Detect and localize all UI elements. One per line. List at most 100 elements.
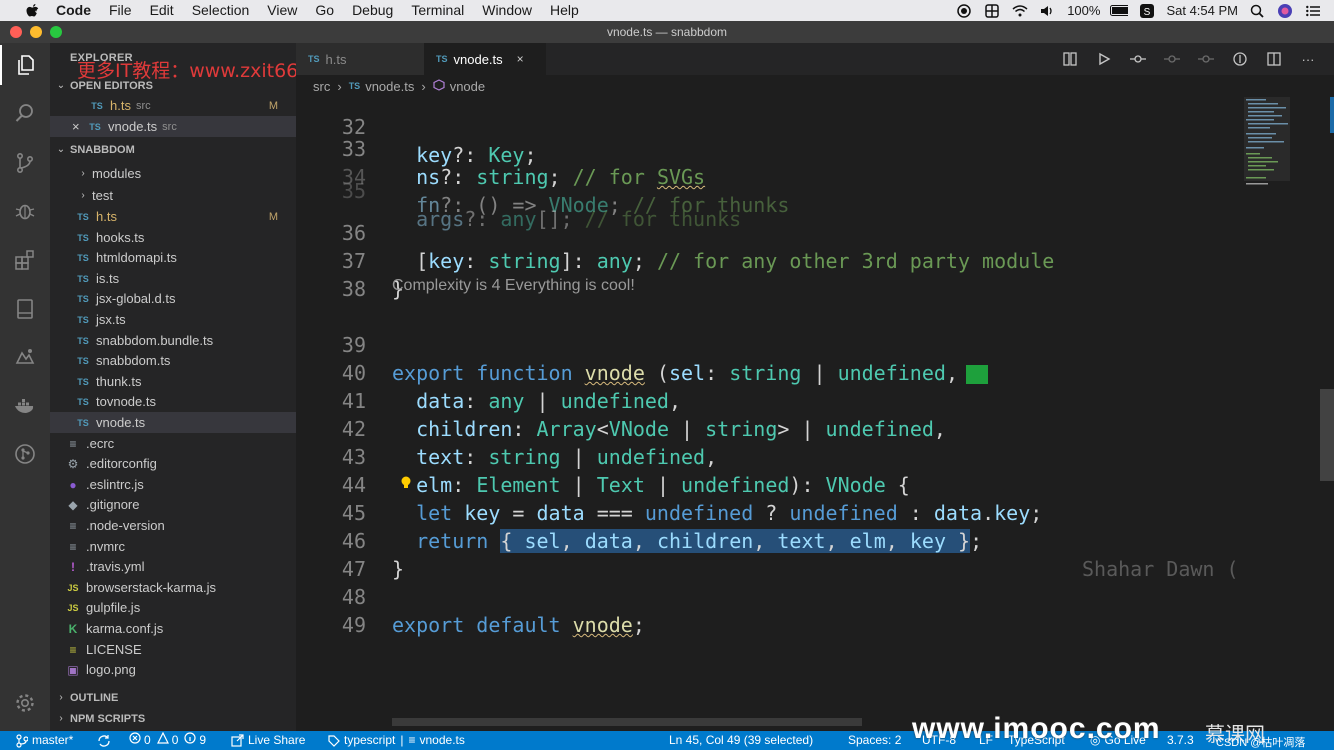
modified-badge: M [268, 99, 278, 112]
cursor-position[interactable]: Ln 45, Col 49 (39 selected) [669, 731, 813, 750]
file-item[interactable]: TS vnode.ts [50, 412, 296, 433]
file-item[interactable]: ≡ LICENSE [50, 639, 296, 660]
run-icon[interactable] [1094, 51, 1114, 67]
settings-gear-icon[interactable] [0, 683, 50, 723]
file-item[interactable]: JS gulpfile.js [50, 597, 296, 618]
menu-app-name[interactable]: Code [56, 0, 91, 21]
close-tab-icon[interactable]: × [517, 52, 524, 66]
file-item[interactable]: TS snabbdom.ts [50, 350, 296, 371]
menu-help[interactable]: Help [550, 0, 579, 21]
source-control-icon[interactable] [0, 143, 50, 183]
open-changes-icon[interactable] [1230, 51, 1250, 67]
file-type-icon: ⚙ [67, 456, 79, 471]
siri-icon[interactable] [1276, 3, 1294, 18]
lightbulb-icon[interactable] [400, 471, 412, 488]
file-item[interactable]: ! .travis.yml [50, 556, 296, 577]
menu-terminal[interactable]: Terminal [411, 0, 464, 21]
explorer-icon[interactable] [0, 45, 50, 85]
breadcrumb-symbol[interactable]: vnode [450, 79, 485, 94]
menu-edit[interactable]: Edit [150, 0, 174, 21]
volume-icon[interactable] [1039, 4, 1057, 18]
minimize-window-button[interactable] [30, 26, 42, 38]
typescript-version[interactable]: 3.7.3 [1167, 731, 1194, 750]
outline-header[interactable]: › OUTLINE [50, 687, 296, 708]
menu-view[interactable]: View [267, 0, 297, 21]
split-editor-icon[interactable] [1264, 51, 1284, 67]
branch-status[interactable]: master* [16, 731, 73, 750]
file-item[interactable]: TS snabbdom.bundle.ts [50, 330, 296, 351]
menu-window[interactable]: Window [482, 0, 532, 21]
language-scope[interactable]: typescript | ≡ vnode.ts [328, 731, 465, 750]
folder-modules[interactable]: › modules [50, 163, 296, 184]
file-item[interactable]: ⚙ .editorconfig [50, 453, 296, 474]
tab-vnode-ts[interactable]: TS vnode.ts × [424, 43, 546, 75]
project-header[interactable]: ⌄ SNABBDOM [50, 139, 296, 160]
zoom-window-button[interactable] [50, 26, 62, 38]
open-editor-item[interactable]: TS h.ts src M [50, 95, 296, 116]
menu-go[interactable]: Go [315, 0, 334, 21]
file-type-icon: ≡ [69, 539, 77, 554]
debug-icon[interactable] [0, 191, 50, 231]
file-item[interactable]: ≡ .nvmrc [50, 536, 296, 557]
file-item[interactable]: TS thunk.ts [50, 371, 296, 392]
file-item[interactable]: ≡ .node-version [50, 515, 296, 536]
wifi-icon[interactable] [1011, 4, 1029, 18]
compare-changes-icon[interactable] [1060, 51, 1080, 67]
git-commit-icon[interactable] [1162, 51, 1182, 67]
file-name: .nvmrc [86, 539, 125, 554]
menu-file[interactable]: File [109, 0, 132, 21]
file-item[interactable]: JS browserstack-karma.js [50, 577, 296, 598]
close-icon[interactable]: × [72, 119, 88, 134]
file-item[interactable]: ≡ .ecrc [50, 433, 296, 454]
record-icon[interactable] [955, 3, 973, 18]
grid-icon[interactable] [983, 3, 1001, 18]
battery-icon[interactable] [1110, 4, 1129, 18]
sync-app-icon[interactable]: S [1138, 3, 1156, 18]
npm-scripts-header[interactable]: › NPM SCRIPTS [50, 708, 296, 729]
close-window-button[interactable] [10, 26, 22, 38]
svg-text:S: S [1144, 7, 1151, 18]
more-actions-icon[interactable]: ··· [1298, 51, 1318, 67]
minimap[interactable] [1240, 97, 1320, 731]
spotlight-icon[interactable] [1248, 4, 1266, 18]
file-item[interactable]: TS jsx-global.d.ts [50, 288, 296, 309]
apple-icon[interactable] [22, 1, 42, 21]
breadcrumb-file[interactable]: vnode.ts [365, 79, 414, 94]
extensions-icon[interactable] [0, 240, 50, 280]
file-item[interactable]: ● .eslintrc.js [50, 474, 296, 495]
docker-icon[interactable] [0, 386, 50, 426]
menu-selection[interactable]: Selection [192, 0, 250, 21]
live-share-button[interactable]: Live Share [231, 731, 305, 750]
typescript-file-icon: TS [348, 81, 361, 91]
notification-center-icon[interactable] [1304, 4, 1322, 18]
search-icon[interactable] [0, 93, 50, 133]
vertical-scrollbar[interactable] [1320, 97, 1334, 731]
code-editor[interactable]: 32 key?: Key; 33 ns?: string; // for SVG… [296, 97, 1240, 731]
file-item[interactable]: TS is.ts [50, 268, 296, 289]
remote-explorer-icon[interactable] [0, 337, 50, 377]
tab-h-ts[interactable]: TS h.ts [296, 43, 424, 75]
file-item[interactable]: TS tovnode.ts [50, 391, 296, 412]
git-graph-icon[interactable] [0, 434, 50, 474]
file-item[interactable]: ◆ .gitignore [50, 494, 296, 515]
go-back-icon[interactable] [1128, 51, 1148, 67]
sync-icon[interactable] [97, 731, 111, 750]
file-item[interactable]: TS htmldomapi.ts [50, 247, 296, 268]
file-item[interactable]: ▣ logo.png [50, 659, 296, 680]
open-editor-item[interactable]: × TS vnode.ts src [50, 116, 296, 137]
menu-debug[interactable]: Debug [352, 0, 393, 21]
problems-status[interactable]: 0 0 9 [129, 731, 206, 750]
horizontal-scrollbar[interactable] [392, 718, 862, 726]
go-forward-icon[interactable] [1196, 51, 1216, 67]
indentation[interactable]: Spaces: 2 [848, 731, 901, 750]
tag-icon [328, 734, 340, 747]
file-item[interactable]: TS jsx.ts [50, 309, 296, 330]
bookmark-icon[interactable] [0, 289, 50, 329]
file-name: logo.png [86, 662, 136, 677]
codelens-complexity[interactable]: Complexity is 4 Everything is cool! [392, 277, 635, 295]
file-item[interactable]: TS h.ts M [50, 206, 296, 227]
breadcrumb-folder[interactable]: src [313, 79, 330, 94]
file-item[interactable]: Kkarma.conf.js [50, 618, 296, 639]
file-item[interactable]: TS hooks.ts [50, 227, 296, 248]
folder-test[interactable]: › test [50, 185, 296, 206]
